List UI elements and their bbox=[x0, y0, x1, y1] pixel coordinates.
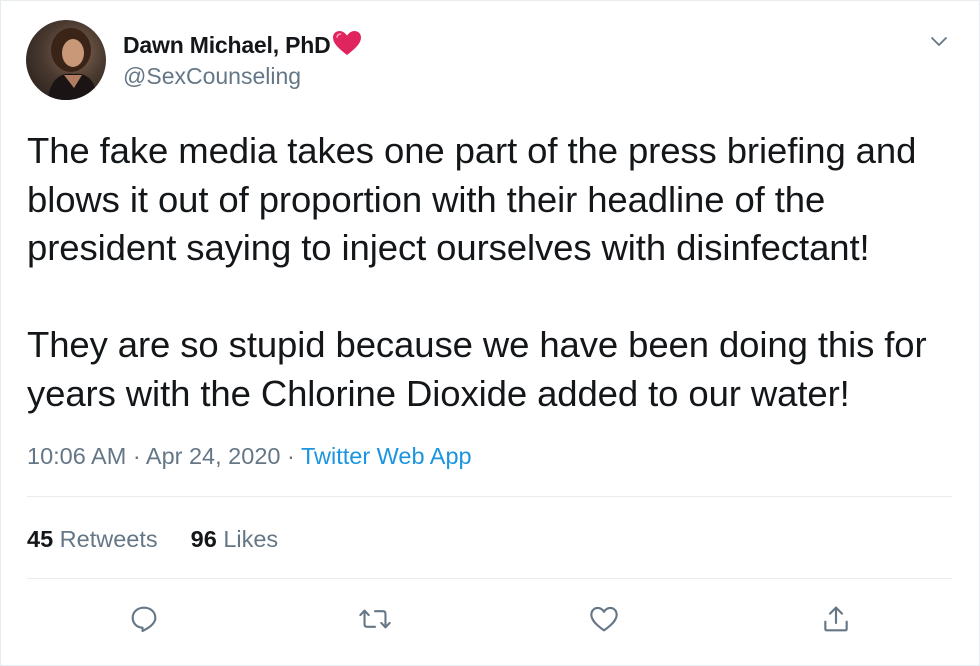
likes-stat[interactable]: 96 Likes bbox=[191, 526, 279, 553]
likes-label: Likes bbox=[223, 526, 279, 552]
share-button[interactable] bbox=[818, 601, 854, 637]
retweets-stat[interactable]: 45 Retweets bbox=[27, 526, 158, 553]
retweet-button[interactable] bbox=[357, 601, 393, 637]
retweets-count: 45 bbox=[27, 526, 54, 552]
tweet-time[interactable]: 10:06 AM bbox=[27, 443, 126, 469]
reply-icon bbox=[131, 606, 157, 633]
retweet-icon bbox=[359, 609, 391, 629]
tweet-card: Dawn Michael, PhD @SexCounseling The fak… bbox=[0, 0, 980, 666]
display-name[interactable]: Dawn Michael, PhD bbox=[123, 32, 331, 59]
divider bbox=[27, 496, 952, 497]
separator: · bbox=[287, 443, 295, 469]
author-handle[interactable]: @SexCounseling bbox=[123, 63, 301, 90]
author-name-row[interactable]: Dawn Michael, PhD bbox=[123, 30, 362, 61]
retweets-label: Retweets bbox=[59, 526, 158, 552]
like-button[interactable] bbox=[586, 601, 622, 637]
divider bbox=[27, 578, 952, 579]
avatar[interactable] bbox=[26, 20, 106, 100]
chevron-down-icon[interactable] bbox=[929, 31, 949, 51]
tweet-source-link[interactable]: Twitter Web App bbox=[301, 443, 472, 469]
heart-icon bbox=[332, 30, 362, 61]
tweet-stats: 45 Retweets 96 Likes bbox=[27, 526, 311, 553]
reply-button[interactable] bbox=[126, 601, 162, 637]
action-bar bbox=[1, 601, 979, 641]
tweet-date[interactable]: Apr 24, 2020 bbox=[146, 443, 281, 469]
separator: · bbox=[132, 443, 141, 469]
tweet-metadata: 10:06 AM · Apr 24, 2020 · Twitter Web Ap… bbox=[27, 443, 472, 470]
tweet-text: The fake media takes one part of the pre… bbox=[27, 130, 927, 414]
share-icon bbox=[824, 606, 848, 632]
likes-count: 96 bbox=[190, 526, 217, 552]
like-icon bbox=[590, 606, 618, 632]
